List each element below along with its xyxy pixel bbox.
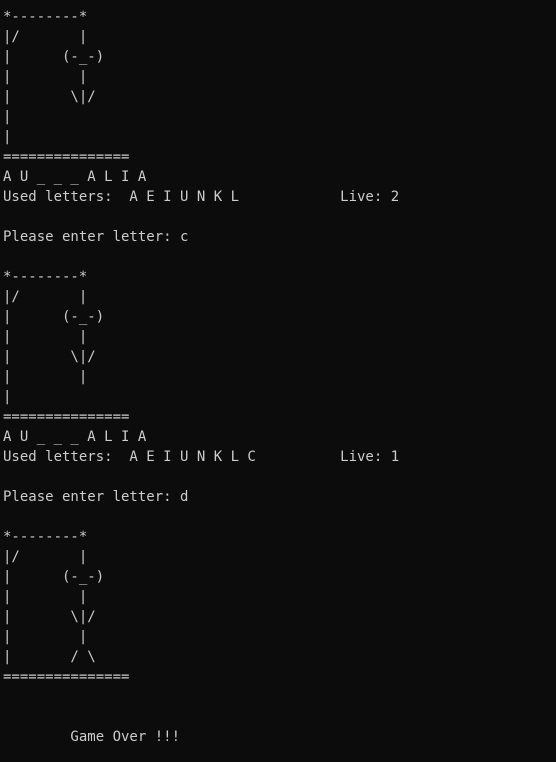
gallows-body: | |	[3, 629, 88, 645]
gallows-base: ===============	[3, 149, 130, 165]
game-over-message: Game Over !!!	[3, 729, 181, 745]
letter-prompt: Please enter letter: c	[3, 229, 189, 245]
letter-prompt: Please enter letter: d	[3, 489, 189, 505]
gallows-arms: | \|/	[3, 609, 96, 625]
gallows-rope: |/ |	[3, 289, 88, 305]
word-progress: A U _ _ _ A L I A	[3, 169, 147, 185]
gallows-neck: | |	[3, 329, 88, 345]
gallows-post: |	[3, 129, 12, 145]
gallows-head: | (-_-)	[3, 49, 105, 65]
console-window[interactable]: *--------* |/ | | (-_-) | | | \|/ | | ==…	[0, 0, 556, 762]
gallows-top: *--------*	[3, 529, 88, 545]
gallows-top: *--------*	[3, 269, 88, 285]
gallows-arms: | \|/	[3, 349, 96, 365]
gallows-rope: |/ |	[3, 29, 88, 45]
used-letters-status: Used letters: A E I U N K L Live: 2	[3, 189, 400, 205]
gallows-legs: | / \	[3, 649, 96, 665]
gallows-post: |	[3, 109, 12, 125]
gallows-neck: | |	[3, 69, 88, 85]
gallows-arms: | \|/	[3, 89, 96, 105]
used-letters-status: Used letters: A E I U N K L C Live: 1	[3, 449, 400, 465]
word-progress: A U _ _ _ A L I A	[3, 429, 147, 445]
gallows-head: | (-_-)	[3, 569, 105, 585]
console-output: *--------* |/ | | (-_-) | | | \|/ | | ==…	[3, 7, 556, 747]
gallows-base: ===============	[3, 669, 130, 685]
gallows-head: | (-_-)	[3, 309, 105, 325]
gallows-neck: | |	[3, 589, 88, 605]
gallows-base: ===============	[3, 409, 130, 425]
gallows-post: |	[3, 389, 12, 405]
gallows-rope: |/ |	[3, 549, 88, 565]
gallows-top: *--------*	[3, 9, 88, 25]
gallows-body: | |	[3, 369, 88, 385]
